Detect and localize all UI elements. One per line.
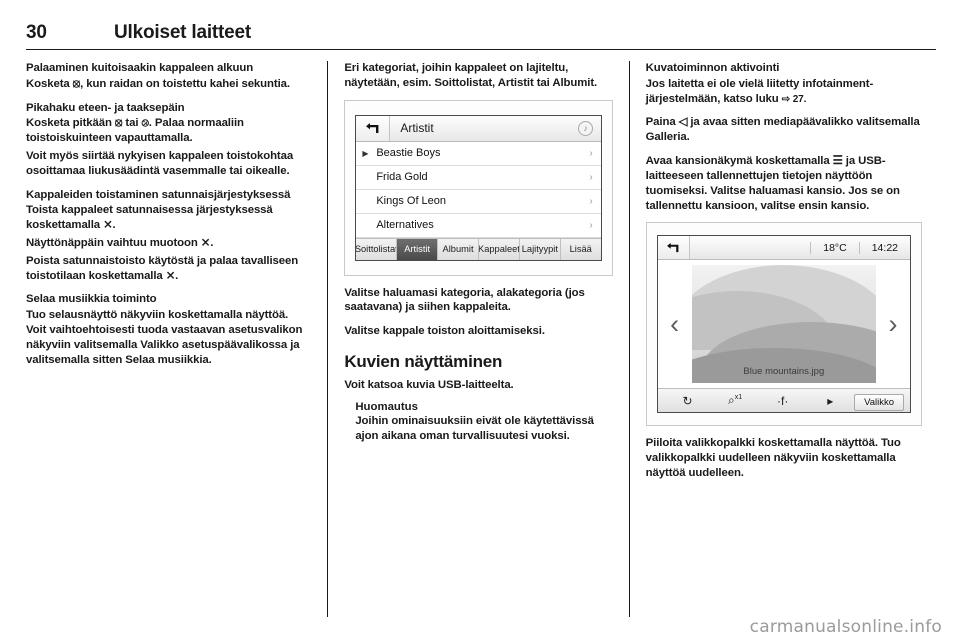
ivi-panel-gallery: 18°C 14:22 ‹ Blue mountains.jpg › ↻ ⌕x1 …	[656, 235, 911, 414]
gallery-stage: ‹ Blue mountains.jpg ›	[657, 260, 910, 389]
tab-albumit[interactable]: Albumit	[438, 238, 479, 260]
ivi-titlebar: Artistit ♪	[356, 115, 601, 142]
screenshot-gallery-viewer: 18°C 14:22 ‹ Blue mountains.jpg › ↻ ⌕x1 …	[645, 222, 922, 427]
paragraph-browse-music: Tuo selausnäyttö näkyviin koskettamalla …	[26, 309, 303, 366]
manual-page: 30 Ulkoiset laitteet Palaaminen kuitoisa…	[0, 0, 960, 642]
rotate-glyph: ↻	[682, 393, 693, 408]
tab-lisaa[interactable]: Lisää	[561, 239, 601, 260]
paragraph-connect-device-text: Jos laitetta ei ole vielä liitetty infot…	[645, 77, 874, 105]
note-block: Huomautus Joihin ominaisuuksiin eivät ol…	[344, 401, 612, 444]
paragraph-return-to-start: Kosketa ⦻, kun raidan on toistettu kahei…	[26, 77, 290, 90]
photo-filename: Blue mountains.jpg	[743, 366, 825, 378]
column-1: Palaaminen kuitoisaakin kappaleen alkuun…	[26, 61, 325, 617]
list-item-label: Kings Of Leon	[376, 195, 447, 208]
paragraph-connect-device: Jos laitetta ei ole vielä liitetty infot…	[646, 77, 922, 107]
clock-readout: 14:22	[858, 241, 910, 254]
temperature-readout: 18°C	[810, 241, 858, 254]
heading-activate-image-function: Kuvatoiminnon aktivointi	[645, 62, 780, 74]
music-note-icon: ♪	[571, 120, 601, 136]
heading-return-to-start: Palaaminen kuitoisaakin kappaleen alkuun	[26, 62, 254, 74]
heading-random-play: Kappaleiden toistaminen satunnaisjärjest…	[26, 188, 291, 201]
play-marker-icon: ▶	[362, 148, 369, 158]
gallery-toolbar: ↻ ⌕x1 ·f· ▸ Valikko	[657, 388, 910, 413]
paragraph-random-play-1: Toista kappaleet satunnaisessa järjestyk…	[26, 204, 273, 232]
paragraph-usb-images: Voit katsoa kuvia USB-laitteelta.	[344, 378, 514, 391]
paragraph-choose-track: Valitse kappale toiston aloittamiseksi.	[344, 325, 545, 338]
list-item[interactable]: ▶ Beastie Boys ›	[356, 141, 601, 166]
heading-browse-music: Selaa musiikkia toiminto	[26, 293, 157, 306]
column-3: Kuvatoiminnon aktivointi Jos laitetta ei…	[628, 61, 936, 617]
chevron-right-icon: ›	[589, 195, 593, 207]
back-arrow-glyph	[667, 243, 679, 253]
list-item[interactable]: Alternatives ›	[356, 213, 601, 238]
list-item-label: Alternatives	[376, 219, 434, 232]
chevron-right-icon: ›	[589, 171, 593, 183]
paragraph-fast-search-1: Kosketa pitkään ⦻ tai ⦼. Palaa normaalii…	[26, 117, 244, 145]
settings-icon[interactable]: ·f·	[759, 394, 807, 408]
rotate-icon[interactable]: ↻	[664, 394, 712, 408]
previous-image-icon[interactable]: ‹	[658, 309, 692, 340]
note-text: Joihin ominaisuuksiin eivät ole käytettä…	[355, 415, 594, 443]
chapter-title: Ulkoiset laitteet	[114, 22, 252, 43]
tab-kappaleet[interactable]: Kappaleet	[479, 238, 520, 260]
zoom-glyph: ⌕	[728, 393, 735, 408]
ivi-panel-artist: Artistit ♪ ▶ Beastie Boys › Frida Gold ›	[355, 114, 602, 261]
paragraph-hide-menubar: Piiloita valikkopalkki koskettamalla näy…	[645, 437, 901, 479]
page-columns: Palaaminen kuitoisaakin kappaleen alkuun…	[26, 61, 936, 617]
ivi-title-text: Artistit	[400, 121, 434, 136]
ivi-tabbar: Soittolistat Artistit Albumit Kappaleet …	[356, 237, 601, 260]
back-arrow-icon[interactable]	[657, 236, 690, 260]
note-title: Huomautus	[355, 401, 418, 414]
slideshow-glyph: ▸	[827, 393, 834, 408]
list-item-label: Frida Gold	[376, 171, 428, 184]
tab-artistit[interactable]: Artistit	[397, 238, 439, 260]
column-2: Eri kategoriat, joihin kappaleet on laji…	[327, 61, 626, 617]
page-number: 30	[26, 22, 47, 43]
gallery-statusbar: 18°C 14:22	[657, 236, 910, 261]
watermark: carmanualsonline.info	[749, 617, 942, 637]
screenshot-artist-list: Artistit ♪ ▶ Beastie Boys › Frida Gold ›	[344, 99, 613, 276]
paragraph-open-gallery: Paina ◁ ja avaa sitten mediapäävalikko v…	[645, 116, 920, 144]
photo-preview[interactable]: Blue mountains.jpg	[691, 265, 876, 384]
paragraph-fast-search-2: Voit myös siirtää nykyisen kappaleen toi…	[26, 149, 294, 177]
heading-fast-search: Pikahaku eteen- ja taaksepäin	[26, 101, 185, 114]
page-header: 30 Ulkoiset laitteet	[26, 22, 936, 50]
chevron-right-icon: ›	[589, 219, 593, 231]
menu-button[interactable]: Valikko	[854, 393, 905, 411]
paragraph-folder-view: Avaa kansionäkymä koskettamalla ☰ ja USB…	[645, 155, 900, 212]
next-image-icon[interactable]: ›	[876, 309, 910, 340]
cross-reference: ⇨ 27.	[781, 93, 807, 105]
back-arrow-glyph	[366, 123, 379, 134]
list-item-label: Beastie Boys	[376, 147, 441, 160]
zoom-icon[interactable]: ⌕x1	[711, 393, 759, 408]
heading-show-images: Kuvien näyttäminen	[344, 352, 503, 372]
list-item[interactable]: Frida Gold ›	[356, 165, 601, 190]
paragraph-choose-category: Valitse haluamasi kategoria, alakategori…	[344, 286, 585, 314]
slideshow-icon[interactable]: ▸	[807, 394, 855, 408]
paragraph-random-play-3: Poista satunnaistoisto käytöstä ja palaa…	[26, 254, 299, 282]
paragraph-categories-intro: Eri kategoriat, joihin kappaleet on laji…	[344, 62, 598, 89]
list-item[interactable]: Kings Of Leon ›	[356, 189, 601, 214]
paragraph-random-play-2: Näyttönäppäin vaihtuu muotoon ⨯.	[26, 236, 214, 249]
chevron-right-icon: ›	[589, 147, 593, 159]
back-arrow-icon[interactable]	[356, 115, 391, 141]
tab-lajityypit[interactable]: Lajityypit	[520, 238, 561, 260]
zoom-level: x1	[734, 394, 743, 402]
music-note-glyph: ♪	[578, 120, 594, 136]
tab-soittolistat[interactable]: Soittolistat	[356, 238, 398, 260]
menu-button-wrap: Valikko	[854, 393, 905, 411]
settings-glyph: ·f·	[777, 393, 789, 408]
